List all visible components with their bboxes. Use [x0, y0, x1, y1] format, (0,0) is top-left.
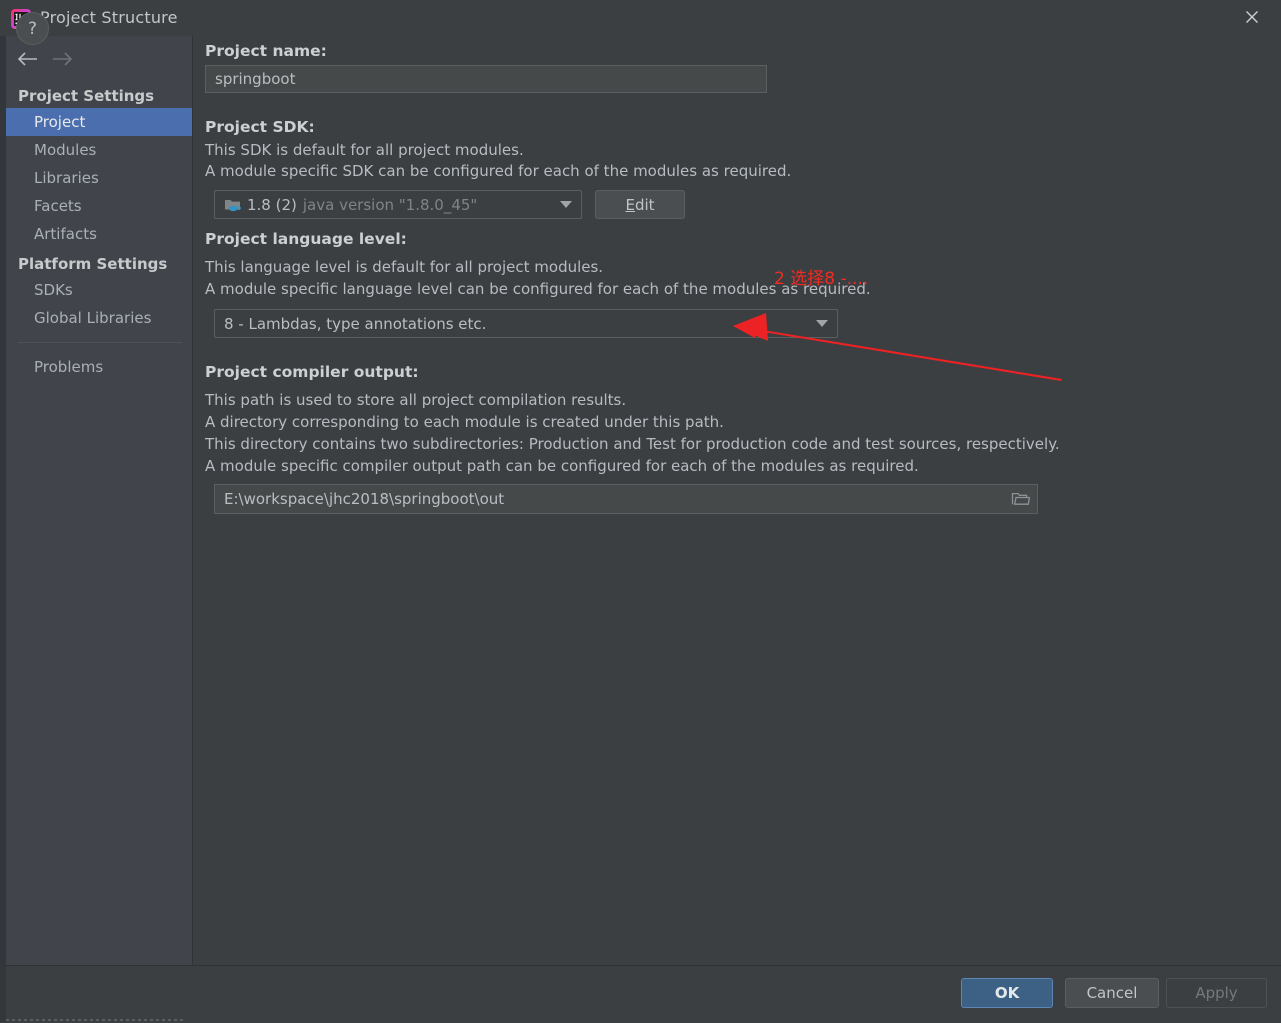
sidebar-item-artifacts[interactable]: Artifacts [6, 220, 192, 248]
compiler-output-desc-line-3: This directory contains two subdirectori… [205, 435, 1060, 453]
sidebar-divider [18, 342, 182, 343]
edit-button-label-rest: dit [634, 195, 655, 214]
sidebar-item-facets[interactable]: Facets [6, 192, 192, 220]
chevron-down-icon[interactable] [551, 201, 581, 208]
close-icon[interactable] [1229, 0, 1275, 34]
ok-button[interactable]: OK [961, 978, 1053, 1008]
sidebar-item-problems[interactable]: Problems [6, 353, 192, 381]
project-sdk-desc-line-2: A module specific SDK can be configured … [205, 162, 792, 180]
project-sdk-value: 1.8 (2) [247, 195, 297, 214]
sidebar-group-platform-settings: Platform Settings [18, 255, 168, 273]
project-settings-panel: Project name: springboot Project SDK: Th… [193, 36, 1281, 965]
compiler-output-label: Project compiler output: [205, 363, 419, 381]
settings-sidebar: Project Settings Project Modules Librari… [6, 36, 193, 965]
project-sdk-desc-line-1: This SDK is default for all project modu… [205, 141, 524, 159]
compiler-output-desc-line-1: This path is used to store all project c… [205, 391, 627, 409]
project-sdk-label: Project SDK: [205, 118, 315, 136]
language-level-desc-line-2: A module specific language level can be … [205, 280, 871, 298]
cancel-button[interactable]: Cancel [1065, 978, 1159, 1008]
compiler-output-path-value: E:\workspace\jhc2018\springboot\out [224, 490, 505, 508]
sidebar-item-modules[interactable]: Modules [6, 136, 192, 164]
sidebar-item-libraries[interactable]: Libraries [6, 164, 192, 192]
edit-sdk-button[interactable]: Edit [595, 190, 685, 219]
language-level-value: 8 - Lambdas, type annotations etc. [224, 314, 487, 333]
project-name-label: Project name: [205, 42, 327, 60]
compiler-output-desc-line-4: A module specific compiler output path c… [205, 457, 919, 475]
sidebar-item-sdks[interactable]: SDKs [6, 276, 192, 304]
folder-open-icon[interactable] [1003, 485, 1037, 513]
arrow-left-icon[interactable] [14, 46, 42, 72]
compiler-output-path-input[interactable]: E:\workspace\jhc2018\springboot\out [214, 484, 1038, 514]
title-bar: Project Structure [0, 0, 1281, 36]
language-level-combobox[interactable]: 8 - Lambdas, type annotations etc. [214, 309, 838, 338]
chevron-down-icon[interactable] [807, 320, 837, 327]
sidebar-item-project[interactable]: Project [6, 108, 192, 136]
window-title: Project Structure [40, 8, 178, 27]
sidebar-group-project-settings: Project Settings [18, 87, 155, 105]
window-bottom-edge [6, 1019, 186, 1021]
project-name-input[interactable]: springboot [205, 65, 767, 93]
language-level-desc-line-1: This language level is default for all p… [205, 258, 604, 276]
help-button[interactable]: ? [16, 12, 49, 45]
project-structure-dialog: Project Structure Project Settings Proje… [0, 0, 1281, 1023]
project-name-value: springboot [215, 70, 296, 88]
edit-button-mnemonic: E [625, 195, 635, 214]
navigation-arrows [14, 46, 104, 74]
project-sdk-combobox[interactable]: 1.8 (2) java version "1.8.0_45" [214, 190, 582, 219]
project-sdk-value-detail: java version "1.8.0_45" [302, 195, 478, 214]
apply-button: Apply [1166, 978, 1267, 1008]
java-sdk-folder-icon [224, 197, 241, 212]
compiler-output-desc-line-2: A directory corresponding to each module… [205, 413, 724, 431]
language-level-label: Project language level: [205, 230, 407, 248]
sidebar-item-global-libraries[interactable]: Global Libraries [6, 304, 192, 332]
arrow-right-icon[interactable] [48, 46, 76, 72]
